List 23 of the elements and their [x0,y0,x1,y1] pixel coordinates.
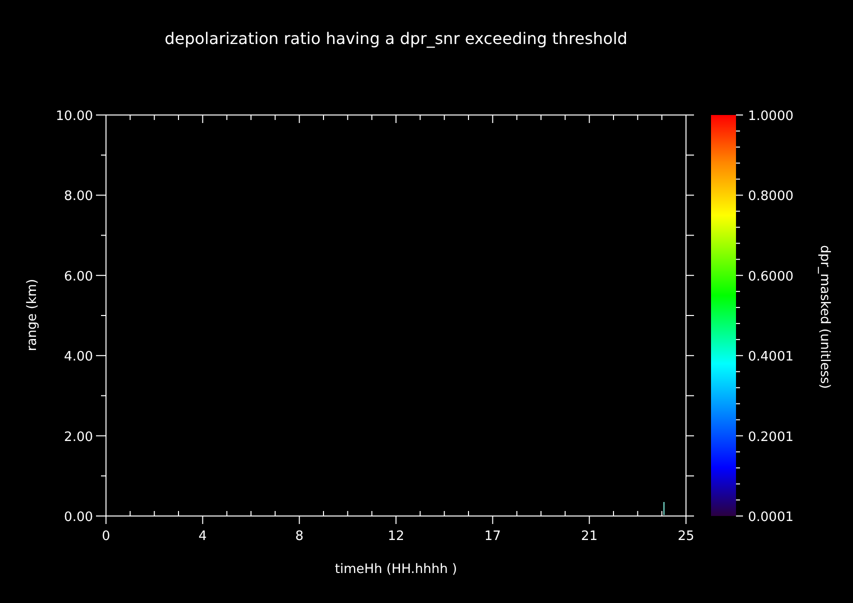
x-tick-label: 12 [388,529,404,544]
y-tick-label: 2.00 [64,430,93,445]
color-scale-label: 0.4001 [748,350,794,365]
y-tick-label: 10.00 [56,109,93,124]
color-scale-label: 0.2001 [748,430,794,445]
y-tick-label: 6.00 [64,269,93,284]
x-tick-label: 4 [198,529,207,544]
color-scale-label: 0.6000 [748,269,794,284]
x-tick-label: 17 [484,529,501,544]
y-tick-label: 0.00 [64,510,93,525]
x-tick-label: 21 [581,529,598,544]
x-tick-label: 25 [678,529,694,544]
y-axis-label: range (km) [25,278,40,352]
x-tick-label: 0 [102,529,110,544]
y-tick-label: 4.00 [64,350,93,365]
x-tick-label: 8 [295,529,304,544]
color-scale-label: 1.0000 [748,109,794,124]
x-axis-label: timeHh (HH.hhhh ) [334,562,458,577]
color-scale-label: 0.8000 [748,189,794,204]
y-tick-label: 8.00 [64,189,93,204]
color-scale-title: dpr_masked (unitless) [817,245,832,389]
chart-title: depolarization ratio having a dpr_snr exceeding threshold [164,29,628,48]
color-scale-label: 0.0001 [748,510,794,525]
